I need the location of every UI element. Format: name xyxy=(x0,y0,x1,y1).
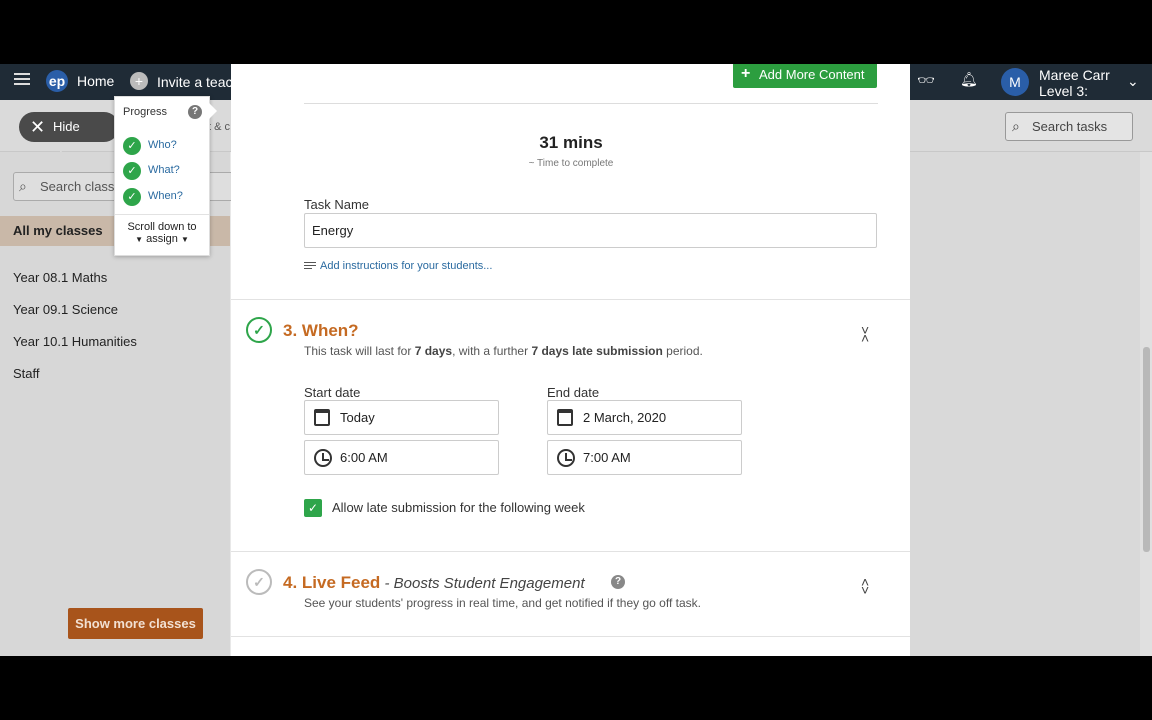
close-icon: ✕ xyxy=(30,117,46,137)
section-divider xyxy=(231,551,910,552)
collapse-icon[interactable]: ˅ ˄ xyxy=(861,323,869,345)
search-icon: ⌕ xyxy=(1012,118,1020,134)
desc-text: This task will last for xyxy=(304,344,415,358)
progress-popup: Progress ? ✓ Who? ✓ What? ✓ When? Scroll… xyxy=(114,96,217,256)
desc-late-days: 7 days late submission xyxy=(531,344,663,358)
scroll-to-assign-link[interactable]: Scroll down to ▼ assign ▼ xyxy=(115,221,209,246)
scrollbar-thumb[interactable] xyxy=(1143,347,1150,552)
add-instructions-link[interactable]: Add instructions for your students... xyxy=(304,260,492,272)
search-tasks-input[interactable]: ⌕ Search tasks xyxy=(1005,112,1133,141)
progress-step-label: What? xyxy=(148,164,180,176)
check-icon: ✓ xyxy=(123,137,141,155)
progress-title: Progress xyxy=(123,106,168,118)
add-instructions-label: Add instructions for your students... xyxy=(320,260,493,272)
help-icon[interactable]: ? xyxy=(611,575,625,589)
user-name[interactable]: Maree Carr xyxy=(1039,67,1110,83)
start-date-label: Start date xyxy=(304,385,361,400)
search-icon: ⌕ xyxy=(19,178,27,194)
help-icon[interactable]: ? xyxy=(188,105,202,119)
calendar-icon xyxy=(314,409,330,426)
background-panel xyxy=(910,152,1152,656)
toolbar-partial-text: t & c xyxy=(208,121,231,133)
add-more-label: Add More Content xyxy=(759,67,865,82)
search-tasks-placeholder: Search tasks xyxy=(1032,119,1108,134)
search-classes-placeholder: Search classe xyxy=(40,179,122,194)
caret-down-icon: ▼ xyxy=(180,235,189,244)
add-more-content-button[interactable]: + Add More Content xyxy=(733,64,877,88)
task-name-field[interactable]: Energy xyxy=(304,213,877,248)
divider xyxy=(115,214,209,215)
end-date-field[interactable]: 2 March, 2020 xyxy=(547,400,742,435)
progress-step-label: Who? xyxy=(148,139,177,151)
section-divider xyxy=(231,299,910,300)
class-list-item[interactable]: Year 10.1 Humanities xyxy=(13,334,137,349)
start-date-field[interactable]: Today xyxy=(304,400,499,435)
divider xyxy=(304,103,878,104)
popup-arrow xyxy=(209,103,217,119)
live-feed-subtitle: - Boosts Student Engagement xyxy=(380,575,585,592)
clock-icon xyxy=(314,449,332,467)
section-divider xyxy=(231,636,910,637)
step-when-title[interactable]: 3. When? xyxy=(283,321,359,341)
desc-text: , with a further xyxy=(452,344,532,358)
start-time-value: 6:00 AM xyxy=(340,450,388,465)
desc-days: 7 days xyxy=(414,344,453,358)
late-submission-label[interactable]: Allow late submission for the following … xyxy=(332,500,585,515)
avatar[interactable]: M xyxy=(1001,68,1029,96)
check-icon: ✓ xyxy=(123,162,141,180)
hide-classes-button[interactable]: ✕ Hide classe xyxy=(19,112,119,164)
desc-text: period. xyxy=(662,344,703,358)
start-date-value: Today xyxy=(340,410,375,425)
chevron-down-icon[interactable]: ⌄ xyxy=(1127,73,1139,90)
end-time-value: 7:00 AM xyxy=(583,450,631,465)
expand-icon[interactable]: ˄ ˅ xyxy=(861,575,869,597)
class-list-item[interactable]: Year 09.1 Science xyxy=(13,302,118,317)
assign-label: assign xyxy=(146,233,178,245)
progress-step-label: When? xyxy=(148,190,183,202)
glasses-icon[interactable]: 👓︎ xyxy=(917,72,935,89)
start-time-field[interactable]: 6:00 AM xyxy=(304,440,499,475)
task-name-label: Task Name xyxy=(304,197,370,212)
home-link[interactable]: Home xyxy=(77,73,114,89)
clock-icon xyxy=(557,449,575,467)
step-incomplete-check-icon: ✓ xyxy=(246,569,272,595)
caret-down-icon: ▼ xyxy=(135,235,144,244)
end-date-label: End date xyxy=(547,385,600,400)
end-date-value: 2 March, 2020 xyxy=(583,410,667,425)
text-lines-icon xyxy=(304,262,316,271)
live-feed-description: See your students' progress in real time… xyxy=(304,596,701,610)
step-when-description: This task will last for 7 days, with a f… xyxy=(304,344,703,358)
invite-plus-icon[interactable]: + xyxy=(130,72,148,90)
live-feed-title-text: 4. Live Feed xyxy=(283,573,381,592)
end-time-field[interactable]: 7:00 AM xyxy=(547,440,742,475)
late-submission-checkbox[interactable]: ✓ xyxy=(304,499,322,517)
scrollbar[interactable] xyxy=(1140,152,1152,656)
scroll-hint-assign: ▼ assign ▼ xyxy=(115,233,209,246)
app-logo[interactable]: ep xyxy=(46,70,68,92)
calendar-icon xyxy=(557,409,573,426)
check-icon: ✓ xyxy=(123,188,141,206)
show-more-classes-button[interactable]: Show more classes xyxy=(68,608,203,639)
bell-icon[interactable]: 🔔︎ xyxy=(960,71,978,88)
class-list-item[interactable]: Staff xyxy=(13,366,40,381)
duration-caption: ~ Time to complete xyxy=(528,158,614,169)
step-live-feed-title[interactable]: 4. Live Feed - Boosts Student Engagement xyxy=(283,573,585,593)
task-duration: 31 mins xyxy=(539,133,603,152)
step-complete-check-icon: ✓ xyxy=(246,317,272,343)
app-screen: ep Home + Invite a teache 👓︎ 🔔︎ M Maree … xyxy=(0,64,1152,656)
assign-task-modal: + Add More Content 31 mins ~ Time to com… xyxy=(231,64,910,656)
plus-icon: + xyxy=(741,65,751,82)
menu-icon[interactable] xyxy=(14,73,30,85)
class-list-item[interactable]: Year 08.1 Maths xyxy=(13,270,107,285)
scroll-hint-text: Scroll down to xyxy=(127,221,197,233)
